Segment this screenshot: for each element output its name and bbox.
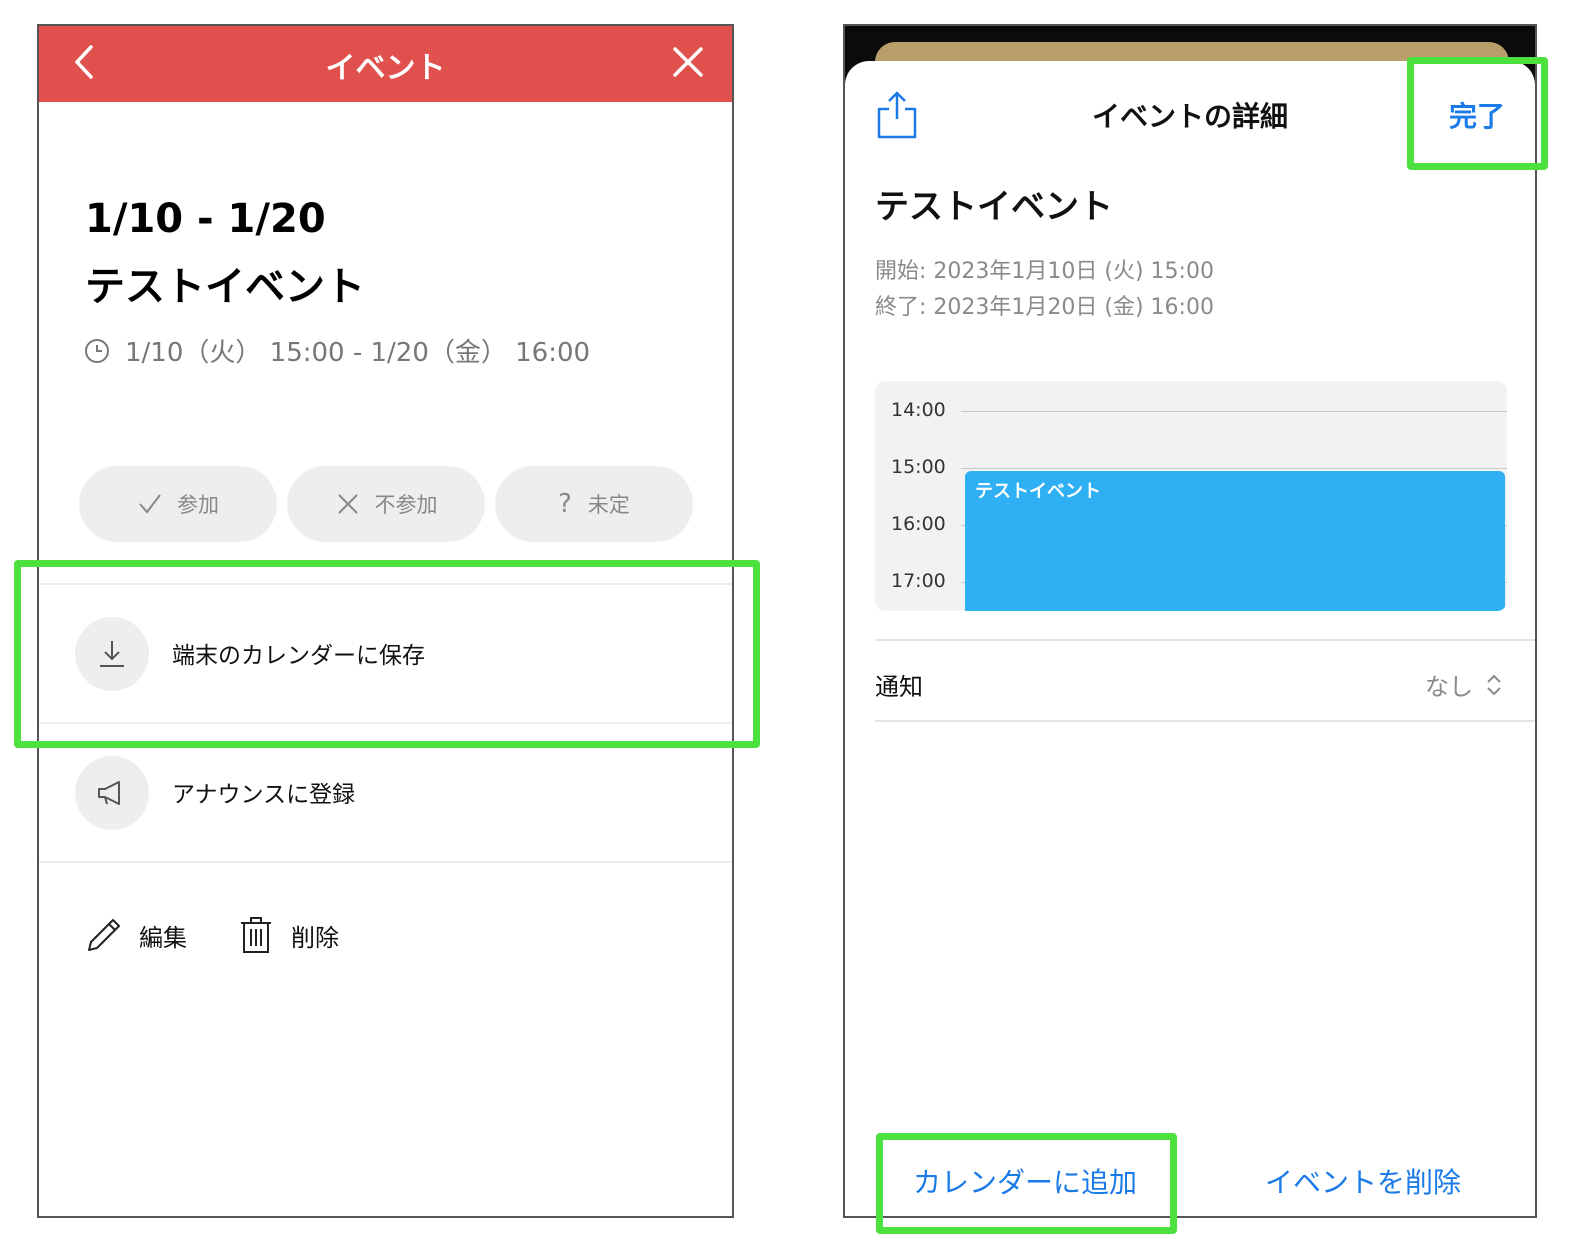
- calendar-time-label: 17:00: [891, 570, 946, 592]
- sheet-title: イベントの詳細: [1091, 100, 1288, 133]
- download-icon-circle: [75, 617, 149, 691]
- event-time-row: 1/10（火） 15:00 - 1/20（金） 16:00: [83, 332, 590, 369]
- event-title: テストイベント: [875, 187, 1113, 227]
- check-icon: [139, 494, 161, 514]
- download-icon: [100, 641, 124, 667]
- event-time-text: 1/10（火） 15:00 - 1/20（金） 16:00: [125, 338, 591, 368]
- rsvp-undecided-button[interactable]: ? 未定: [495, 466, 693, 542]
- rsvp-attend-button[interactable]: 参加: [79, 466, 277, 542]
- calendar-time-label: 15:00: [891, 456, 946, 478]
- save-to-device-calendar-row[interactable]: 端末のカレンダーに保存: [39, 584, 732, 722]
- clock-icon: [85, 338, 109, 363]
- rsvp-undecided-label: 未定: [587, 493, 630, 517]
- chevron-up-down-icon: [1487, 674, 1501, 695]
- pencil-icon: [88, 919, 120, 951]
- megaphone-icon: [98, 781, 120, 805]
- calendar-time-label: 16:00: [891, 513, 946, 535]
- notification-selector[interactable]: なし: [1425, 667, 1505, 702]
- event-detail-sheet: イベントの詳細 完了 テストイベント 開始: 2023年1月10日 (火) 15…: [845, 61, 1535, 1216]
- left-phone-screen: イベント 1/10 - 1/20 テストイベント 1/10（火） 15:00 -…: [37, 24, 734, 1218]
- hour-line: [961, 468, 1507, 469]
- done-button[interactable]: 完了: [1449, 95, 1505, 135]
- cross-icon: [337, 494, 358, 514]
- rsvp-attend-label: 参加: [177, 493, 219, 517]
- calendar-time-label: 14:00: [891, 399, 946, 421]
- day-calendar-preview: 14:00 15:00 16:00 17:00 テストイベント: [875, 381, 1507, 611]
- right-phone-screen: イベントの詳細 完了 テストイベント 開始: 2023年1月10日 (火) 15…: [843, 24, 1537, 1218]
- edit-label: 編集: [139, 923, 187, 952]
- divider: [39, 861, 732, 863]
- delete-button[interactable]: 削除: [235, 914, 339, 956]
- calendar-event-title: テストイベント: [975, 481, 1101, 502]
- divider: [875, 720, 1535, 722]
- question-icon: ?: [558, 489, 572, 519]
- hour-line: [961, 411, 1507, 412]
- delete-label: 削除: [291, 923, 339, 952]
- header-title: イベント: [325, 51, 446, 86]
- event-title: テストイベント: [85, 264, 365, 310]
- event-date-range: 1/10 - 1/20: [85, 196, 326, 242]
- register-announcement-row[interactable]: アナウンスに登録: [39, 723, 732, 861]
- delete-event-button[interactable]: イベントを削除: [1265, 1161, 1461, 1201]
- close-icon[interactable]: [668, 42, 708, 82]
- event-end-text: 終了: 2023年1月20日 (金) 16:00: [875, 295, 1214, 320]
- rsvp-decline-button[interactable]: 不参加: [287, 466, 485, 542]
- rsvp-decline-label: 不参加: [374, 493, 438, 517]
- add-to-calendar-button[interactable]: カレンダーに追加: [913, 1161, 1137, 1201]
- announcement-label: アナウンスに登録: [172, 782, 356, 808]
- event-header-bar: イベント: [39, 26, 732, 102]
- notification-label: 通知: [875, 673, 923, 701]
- calendar-event-block[interactable]: テストイベント: [965, 471, 1505, 611]
- edit-button[interactable]: 編集: [83, 914, 187, 956]
- divider: [875, 639, 1535, 641]
- save-to-calendar-label: 端末のカレンダーに保存: [172, 643, 425, 669]
- event-start-text: 開始: 2023年1月10日 (火) 15:00: [875, 259, 1214, 284]
- trash-icon: [241, 917, 271, 953]
- notification-value: なし: [1425, 673, 1473, 701]
- megaphone-icon-circle: [75, 756, 149, 830]
